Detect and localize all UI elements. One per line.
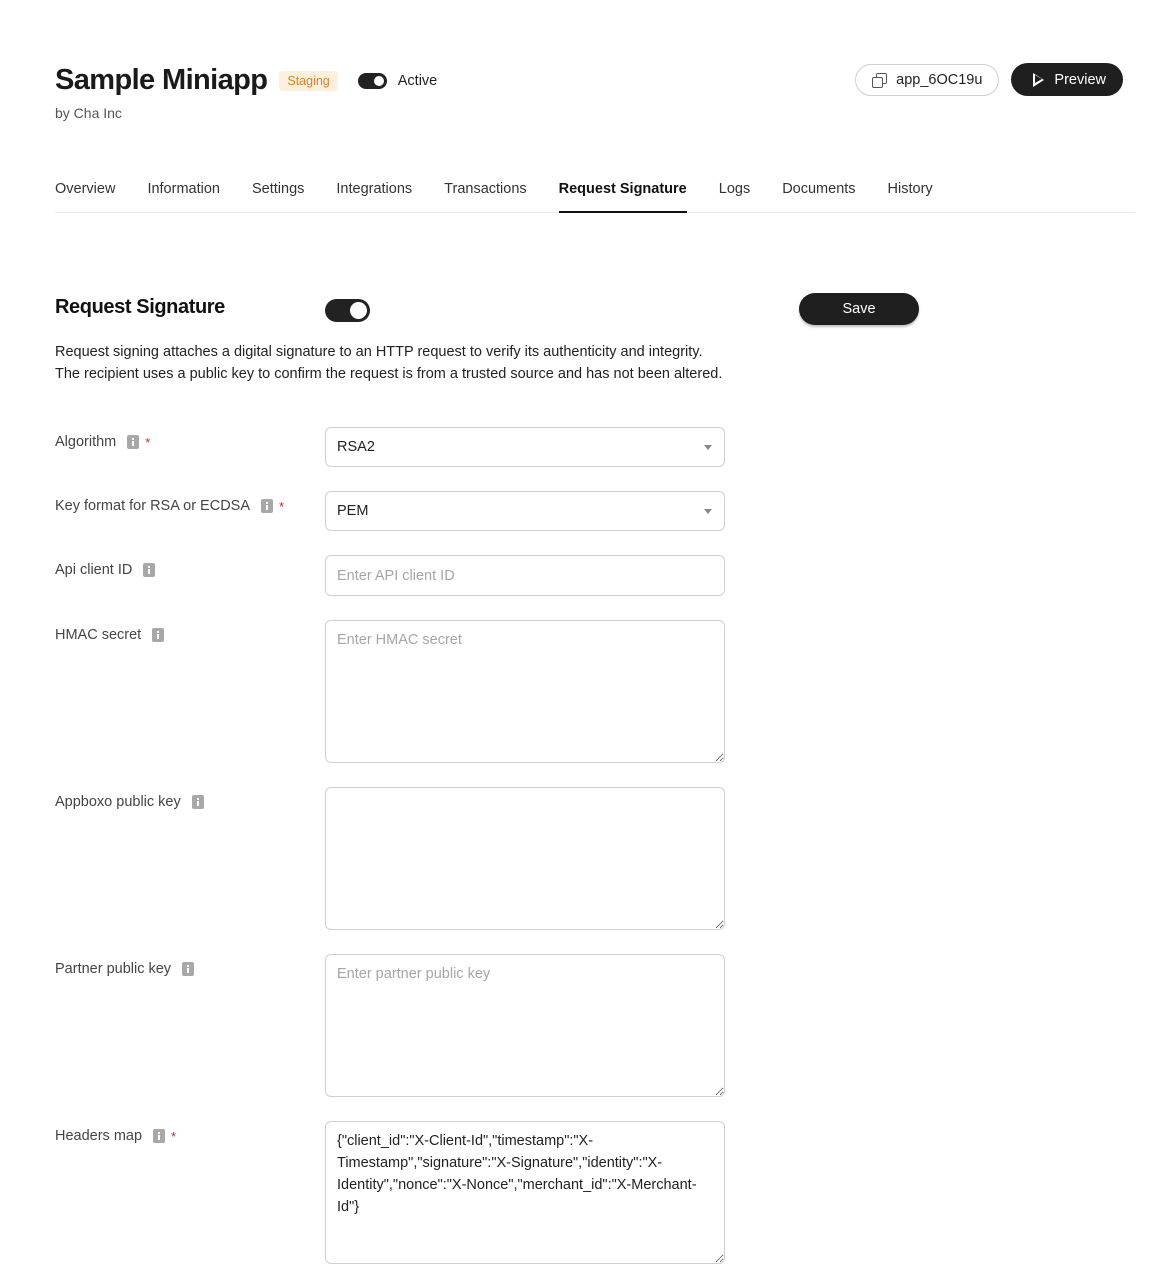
- partner-public-key-label: Partner public key: [55, 961, 195, 977]
- appboxo-public-key-label: Appboxo public key: [55, 794, 204, 810]
- headers-map-textarea[interactable]: {"client_id":"X-Client-Id","timestamp":"…: [325, 1121, 725, 1264]
- algorithm-select[interactable]: RSA2: [325, 427, 725, 467]
- info-icon[interactable]: [261, 499, 274, 513]
- info-icon[interactable]: [152, 628, 165, 642]
- copy-icon: [872, 72, 888, 88]
- tab-information[interactable]: Information: [147, 180, 220, 213]
- tab-logs[interactable]: Logs: [719, 180, 750, 213]
- title-row: Sample Miniapp Staging Active: [55, 64, 437, 97]
- tab-documents[interactable]: Documents: [782, 180, 855, 213]
- tab-overview[interactable]: Overview: [55, 180, 115, 213]
- tab-history[interactable]: History: [888, 180, 933, 213]
- api-client-id-label: Api client ID: [55, 562, 156, 578]
- key-format-select[interactable]: PEM: [325, 491, 725, 531]
- play-icon: [1033, 72, 1045, 87]
- section-title: Request Signature: [55, 296, 225, 318]
- partner-public-key-label-text: Partner public key: [55, 961, 172, 977]
- chevron-down-icon: [704, 509, 712, 514]
- headers-map-label: Headers map *: [55, 1128, 176, 1144]
- tab-integrations[interactable]: Integrations: [336, 180, 412, 213]
- required-mark: *: [171, 1128, 177, 1144]
- environment-badge: Staging: [279, 70, 338, 91]
- tab-settings[interactable]: Settings: [252, 180, 304, 213]
- tab-request-signature[interactable]: Request Signature: [558, 180, 687, 213]
- request-signature-toggle[interactable]: [325, 299, 370, 322]
- info-icon[interactable]: [153, 1129, 166, 1143]
- appboxo-public-key-textarea[interactable]: [325, 787, 725, 930]
- active-label: Active: [397, 72, 438, 89]
- key-format-label: Key format for RSA or ECDSA *: [55, 498, 284, 514]
- app-id-label: app_6OC19u: [896, 71, 983, 88]
- tab-bar: Overview Information Settings Integratio…: [55, 180, 1135, 213]
- chevron-down-icon: [704, 445, 712, 450]
- toggle-knob: [373, 75, 384, 86]
- info-icon[interactable]: [127, 435, 140, 449]
- partner-public-key-textarea[interactable]: [325, 954, 725, 1097]
- api-client-id-label-text: Api client ID: [55, 562, 133, 578]
- active-toggle[interactable]: [357, 72, 387, 89]
- algorithm-label: Algorithm *: [55, 434, 150, 450]
- required-mark: *: [279, 498, 285, 514]
- hmac-secret-label: HMAC secret: [55, 627, 165, 643]
- preview-button[interactable]: Preview: [1011, 63, 1123, 96]
- headers-map-label-text: Headers map: [55, 1128, 143, 1144]
- save-button[interactable]: Save: [799, 293, 919, 325]
- algorithm-label-text: Algorithm: [55, 434, 117, 450]
- appboxo-public-key-label-text: Appboxo public key: [55, 794, 181, 810]
- hmac-secret-label-text: HMAC secret: [55, 627, 142, 643]
- app-title: Sample Miniapp: [55, 64, 268, 96]
- info-icon[interactable]: [182, 962, 195, 976]
- copy-app-id-button[interactable]: app_6OC19u: [855, 63, 1000, 96]
- top-actions: app_6OC19u Preview: [855, 63, 1123, 96]
- algorithm-value: RSA2: [337, 439, 375, 455]
- info-icon[interactable]: [143, 563, 156, 577]
- tab-transactions[interactable]: Transactions: [444, 180, 526, 213]
- key-format-value: PEM: [337, 503, 369, 519]
- required-mark: *: [145, 434, 151, 450]
- preview-label: Preview: [1054, 71, 1106, 88]
- key-format-label-text: Key format for RSA or ECDSA: [55, 498, 251, 514]
- info-icon[interactable]: [191, 795, 204, 809]
- api-client-id-input[interactable]: [325, 555, 725, 596]
- developer-name: by Cha Inc: [55, 105, 122, 121]
- toggle-knob: [350, 302, 367, 319]
- app-header: Sample Miniapp Staging Active by Cha Inc: [55, 64, 437, 121]
- section-description: Request signing attaches a digital signa…: [55, 344, 723, 382]
- hmac-secret-textarea[interactable]: [325, 620, 725, 763]
